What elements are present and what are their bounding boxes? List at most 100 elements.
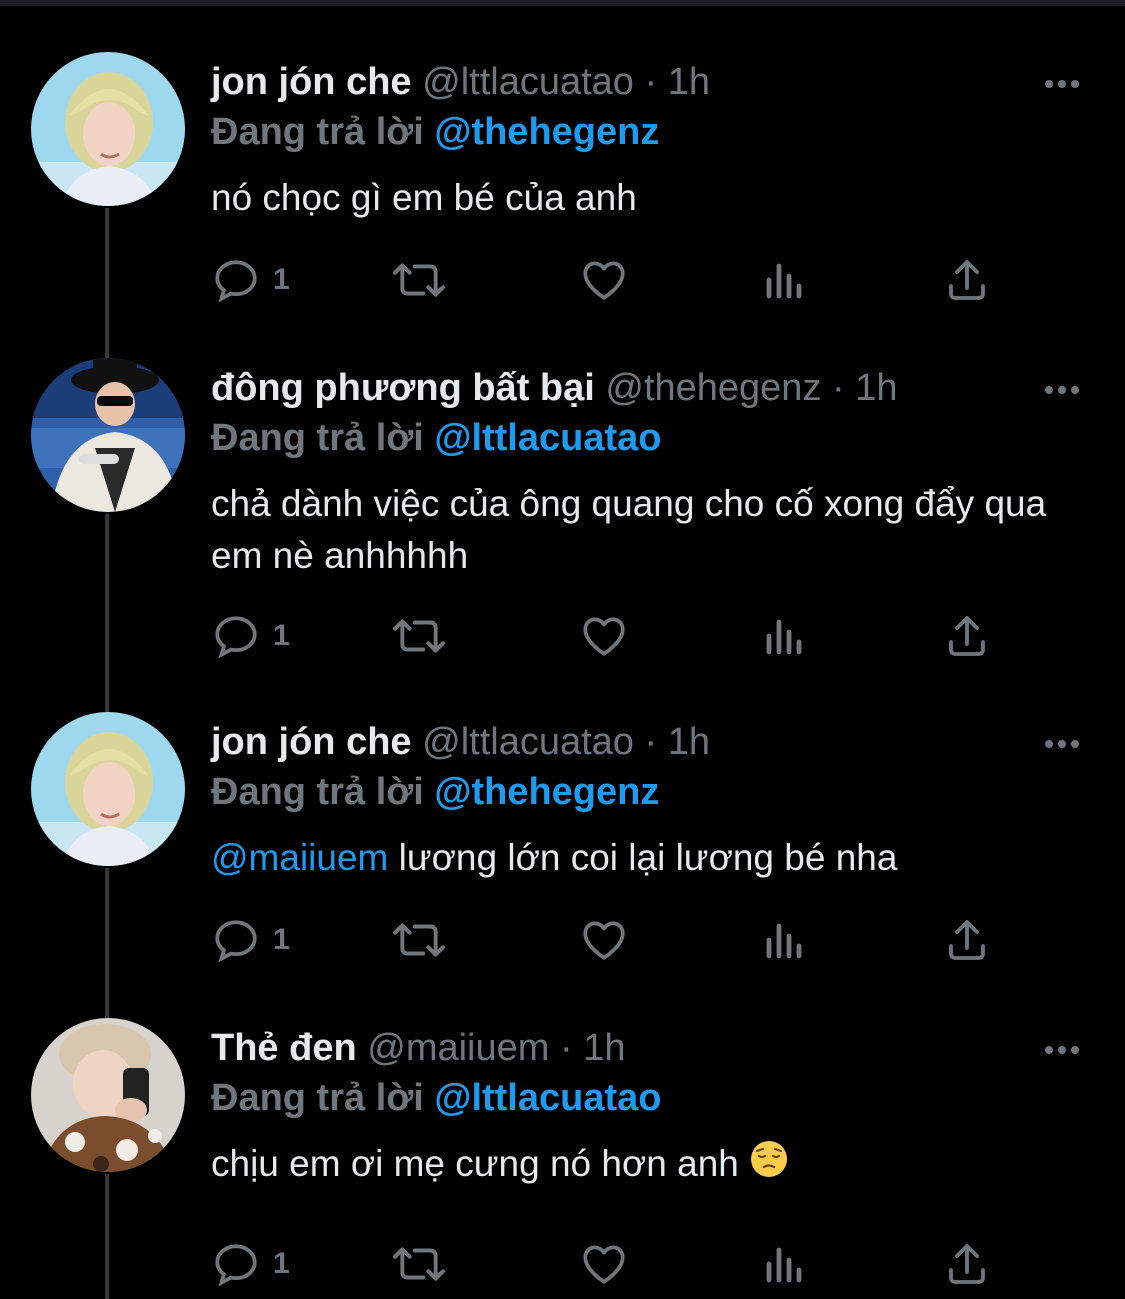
tweet-body: nó chọc gì em bé của anh	[211, 177, 637, 218]
tweet-text: chả dành việc của ông quang cho cố xong …	[211, 478, 1071, 582]
tweet-body: chả dành việc của ông quang cho cố xong …	[211, 483, 1047, 576]
avatar-phone-camo-image	[31, 1018, 185, 1172]
like-button[interactable]	[579, 610, 629, 662]
replying-mention[interactable]: @thehegenz	[434, 771, 659, 813]
thread-connector	[105, 868, 109, 1018]
retweet-icon	[393, 263, 445, 297]
tweet-header: jon jón che @lttlacuatao · 1h	[211, 60, 710, 104]
more-icon[interactable]	[1040, 720, 1084, 764]
display-name[interactable]: jon jón che	[211, 61, 412, 103]
tweet-body: chịu em ơi mẹ cưng nó hơn anh	[211, 1143, 750, 1184]
handle[interactable]: @maiiuem	[367, 1027, 549, 1069]
reply-button[interactable]: 1	[211, 914, 290, 966]
separator: ·	[832, 367, 845, 409]
separator: ·	[644, 61, 658, 103]
action-bar: 1	[211, 1238, 1011, 1290]
reply-icon	[215, 616, 257, 659]
tweet-text: nó chọc gì em bé của anh	[211, 172, 1071, 224]
share-icon	[949, 616, 985, 656]
replying-mention[interactable]: @lttlacuatao	[434, 417, 661, 459]
timestamp[interactable]: 1h	[583, 1027, 625, 1069]
avatar[interactable]	[31, 712, 185, 866]
reply-icon	[215, 920, 257, 963]
views-icon	[766, 263, 802, 299]
like-button[interactable]	[579, 254, 629, 306]
display-name[interactable]: jon jón che	[211, 721, 412, 763]
handle[interactable]: @thehegenz	[605, 367, 821, 409]
share-icon	[949, 1244, 985, 1284]
timestamp[interactable]: 1h	[668, 61, 710, 103]
display-name[interactable]: Thẻ đen	[211, 1027, 357, 1069]
retweet-icon	[393, 1247, 445, 1281]
reply-count: 1	[273, 923, 290, 956]
share-icon	[949, 260, 985, 300]
share-button[interactable]	[943, 254, 991, 306]
views-icon	[766, 619, 802, 655]
retweet-button[interactable]	[389, 1238, 449, 1290]
replying-prefix: Đang trả lời	[211, 417, 424, 459]
tweet-header: Thẻ đen @maiiuem · 1h	[211, 1026, 625, 1070]
share-button[interactable]	[943, 914, 991, 966]
display-name[interactable]: đông phương bất bại	[211, 367, 595, 409]
replying-mention[interactable]: @lttlacuatao	[434, 1077, 661, 1119]
thread-connector	[105, 1174, 109, 1299]
reply-button[interactable]: 1	[211, 1238, 290, 1290]
handle[interactable]: @lttlacuatao	[422, 721, 634, 763]
reply-count: 1	[273, 1247, 290, 1280]
reply-icon	[215, 260, 257, 303]
views-button[interactable]	[763, 610, 807, 662]
share-button[interactable]	[943, 610, 991, 662]
replying-to: Đang trả lời @lttlacuatao	[211, 1076, 661, 1120]
like-icon	[583, 921, 625, 960]
retweet-button[interactable]	[389, 610, 449, 662]
share-button[interactable]	[943, 1238, 991, 1290]
action-bar: 1	[211, 610, 1011, 662]
timestamp[interactable]: 1h	[668, 721, 710, 763]
top-divider	[0, 0, 1125, 6]
thread-connector	[105, 514, 109, 712]
handle[interactable]: @lttlacuatao	[422, 61, 634, 103]
avatar-blonde-smiling-image	[31, 712, 185, 866]
retweet-button[interactable]	[389, 254, 449, 306]
views-button[interactable]	[763, 254, 807, 306]
views-button[interactable]	[763, 1238, 807, 1290]
inline-mention[interactable]: @maiiuem	[211, 837, 388, 878]
replying-to: Đang trả lời @thehegenz	[211, 770, 659, 814]
like-button[interactable]	[579, 1238, 629, 1290]
reply-count: 1	[273, 619, 290, 652]
avatar[interactable]	[31, 358, 185, 512]
like-icon	[583, 617, 625, 656]
separator: ·	[559, 1027, 573, 1069]
avatar-hat-sunglasses-image	[31, 358, 185, 512]
tweet-body: lương lớn coi lại lương bé nha	[388, 837, 898, 878]
tweet-header: đông phương bất bại @thehegenz · 1h	[211, 366, 898, 410]
avatar[interactable]	[31, 52, 185, 206]
views-icon	[766, 1247, 802, 1283]
views-button[interactable]	[763, 914, 807, 966]
reply-count: 1	[273, 263, 290, 296]
replying-prefix: Đang trả lời	[211, 771, 424, 813]
avatar[interactable]	[31, 1018, 185, 1172]
more-icon[interactable]	[1040, 1026, 1084, 1070]
replying-prefix: Đang trả lời	[211, 1077, 424, 1119]
more-icon[interactable]	[1040, 60, 1084, 104]
like-button[interactable]	[579, 914, 629, 966]
like-icon	[583, 1245, 625, 1284]
replying-to: Đang trả lời @lttlacuatao	[211, 416, 661, 460]
retweet-icon	[393, 619, 445, 653]
timestamp[interactable]: 1h	[855, 367, 897, 409]
tweet-text: @maiiuem lương lớn coi lại lương bé nha	[211, 832, 1071, 884]
reply-icon	[215, 1244, 257, 1287]
replying-mention[interactable]: @thehegenz	[434, 111, 659, 153]
reply-button[interactable]: 1	[211, 254, 290, 306]
replying-to: Đang trả lời @thehegenz	[211, 110, 659, 154]
share-icon	[949, 920, 985, 960]
retweet-button[interactable]	[389, 914, 449, 966]
tweet-text: chịu em ơi mẹ cưng nó hơn anh	[211, 1138, 1071, 1193]
like-icon	[583, 261, 625, 300]
action-bar: 1	[211, 914, 1011, 966]
reply-button[interactable]: 1	[211, 610, 290, 662]
more-icon[interactable]	[1040, 366, 1084, 410]
views-icon	[766, 923, 802, 959]
replying-prefix: Đang trả lời	[211, 111, 424, 153]
